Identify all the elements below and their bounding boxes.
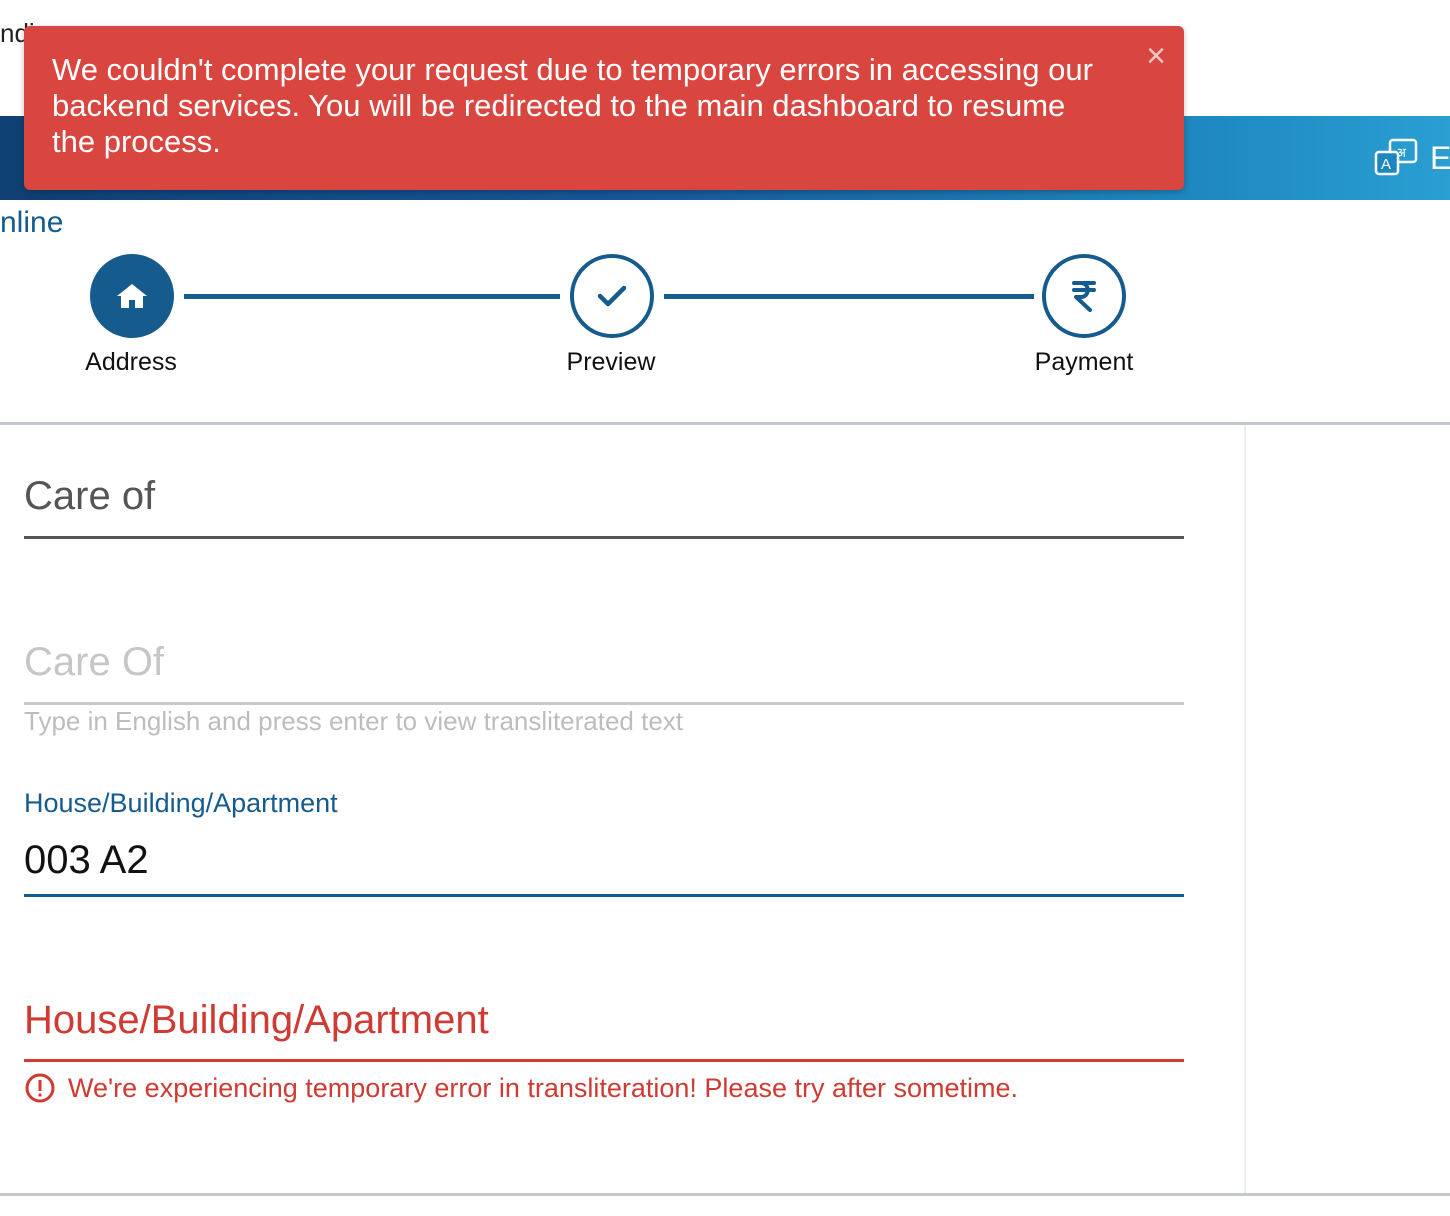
step-address[interactable] [90, 254, 174, 338]
home-icon [117, 284, 147, 308]
error-icon [25, 1073, 55, 1103]
step-preview[interactable] [570, 254, 654, 338]
step-label-payment: Payment [1034, 348, 1134, 376]
care-of-label[interactable]: Care of [24, 474, 155, 519]
house-local-underline[interactable] [24, 1059, 1184, 1062]
step-connector [184, 294, 560, 299]
house-input-underline[interactable] [24, 894, 1184, 897]
close-icon[interactable]: × [1146, 38, 1166, 74]
care-of-input-underline[interactable] [24, 536, 1184, 539]
transliteration-hint: Type in English and press enter to view … [24, 706, 684, 736]
rupee-icon [1072, 281, 1096, 312]
transliteration-error: We're experiencing temporary error in tr… [24, 1072, 1018, 1104]
page-heading-partial: nline [0, 206, 64, 239]
check-icon [597, 285, 627, 307]
translate-icon[interactable]: अ A [1374, 138, 1420, 178]
house-input[interactable]: 003 A2 [24, 838, 149, 883]
step-connector [664, 294, 1034, 299]
care-of-local-underline[interactable] [24, 702, 1184, 705]
sidebar-divider [1244, 425, 1246, 1195]
progress-stepper: Address Preview Payment [0, 250, 1200, 390]
section-divider [0, 422, 1450, 425]
step-payment[interactable] [1042, 254, 1126, 338]
step-label-address: Address [85, 348, 177, 376]
step-label-preview: Preview [566, 348, 656, 376]
svg-text:A: A [1381, 156, 1391, 173]
toast-message: We couldn't complete your request due to… [52, 52, 1093, 159]
error-message: We're experiencing temporary error in tr… [68, 1072, 1019, 1103]
house-local-input[interactable]: House/Building/Apartment [24, 998, 489, 1043]
section-divider-bottom [0, 1193, 1450, 1196]
error-toast: We couldn't complete your request due to… [24, 26, 1184, 190]
house-label: House/Building/Apartment [24, 788, 338, 818]
language-selector-label[interactable]: E [1430, 140, 1450, 177]
care-of-local-input[interactable]: Care Of [24, 640, 164, 685]
